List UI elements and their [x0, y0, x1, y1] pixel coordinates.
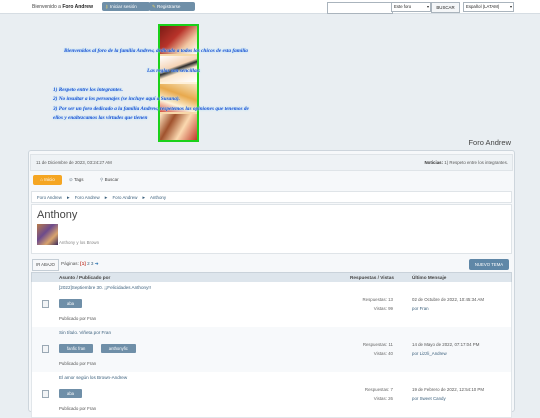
search-scope-value: Este foro [394, 4, 412, 9]
last-post-author[interactable]: por Fran [412, 304, 484, 313]
last-post-author[interactable]: por Lizzli_Andrew [412, 349, 479, 358]
chevron-right-icon: ► [103, 195, 109, 200]
news-text: 1) Respeto entre los integrantes. [444, 160, 508, 165]
last-post: 02 de Octubre de 2022, 10:45:34 AM por F… [412, 295, 484, 313]
tag-chip[interactable]: aba [59, 389, 82, 398]
col-replies[interactable]: Respuestas / Vistas [350, 275, 394, 280]
last-post-date[interactable]: 14 de Mayo de 2022, 07:17:04 PM [412, 340, 479, 349]
tag-chip[interactable]: fanfic fran [59, 344, 94, 353]
banner-rule-2: 2) No insultar a los personajes (se incl… [53, 96, 180, 102]
breadcrumb: Foro Andrew ► Foro Andrew ► Foro Andrew … [31, 191, 512, 203]
view-count: Vistas: 99 [373, 306, 393, 311]
page-title: Anthony [37, 209, 78, 221]
topic-icon [42, 345, 49, 353]
welcome-prefix: Bienvenido a [32, 4, 61, 10]
topic-subject[interactable]: [2022]Septiembre 30. ¡¡Felicidades Antho… [59, 285, 151, 290]
language-select[interactable]: Español (LATAM) ▾ [463, 2, 514, 12]
table-row: El amor según los Brown-Andrew aba Publi… [31, 372, 512, 418]
menu-home-label: Inicio [44, 177, 55, 182]
menu-home[interactable]: ⌂ Inicio [33, 175, 62, 185]
welcome-text: Bienvenido a Foro Andrew [32, 4, 93, 10]
breadcrumb-item[interactable]: Foro Andrew [75, 195, 100, 200]
next-page-icon[interactable]: ➜ [95, 261, 99, 266]
welcome-forum-name: Foro Andrew [62, 4, 93, 10]
go-down-button[interactable]: IR ABAJO [32, 259, 59, 271]
news-ticker: Noticias: 1) Respeto entre los integrant… [425, 160, 508, 165]
last-post-date[interactable]: 19 de Febrero de 2022, 12:54:10 PM [412, 385, 484, 394]
menu-search-label: Buscar [104, 177, 119, 182]
topic-starter: Publicado por Fran [59, 361, 97, 366]
search-icon: ⚲ [100, 177, 104, 182]
topic-tags: aba [59, 299, 88, 308]
new-topic-button[interactable]: NUEVO TEMA [469, 259, 509, 270]
banner-image [158, 24, 199, 142]
menu-tags[interactable]: ⊘ Tags [69, 175, 83, 185]
search-scope-select[interactable]: Este foro ▾ [391, 2, 431, 12]
banner-rule-1: 1) Respeto entre los integrantes. [53, 87, 123, 93]
reply-count: Respuestas: 11 [362, 342, 393, 347]
last-post-author[interactable]: por Sweet Candy [412, 394, 484, 403]
col-subject[interactable]: Asunto / Publicado por [59, 275, 110, 280]
breadcrumb-item[interactable]: Anthony [150, 195, 166, 200]
topic-stats: Respuestas: 11 Vistas: 40 [360, 340, 393, 358]
page-links: Páginas: [1] 2 3 ➜ [61, 261, 99, 267]
view-count: Vistas: 40 [373, 351, 393, 356]
news-label: Noticias: [424, 160, 444, 165]
home-icon: ⌂ [40, 177, 43, 182]
menu-tags-label: Tags [73, 177, 84, 182]
page-link-2[interactable]: 2 [87, 261, 90, 266]
last-post: 19 de Febrero de 2022, 12:54:10 PM por S… [412, 385, 484, 403]
current-date: 11 de Diciembre de 2023, 03:24:27 AM [36, 160, 112, 165]
last-post: 14 de Mayo de 2022, 07:17:04 PM por Lizz… [412, 340, 479, 358]
top-bar: Bienvenido a Foro Andrew ⚷ Iniciar sesión… [0, 0, 540, 14]
board-description: Anthony y los Brown [59, 240, 100, 245]
login-label: Iniciar sesión [110, 4, 137, 9]
login-button[interactable]: ⚷ Iniciar sesión [102, 2, 150, 11]
topic-stats: Respuestas: 7 Vistas: 26 [360, 385, 393, 403]
pages-label: Páginas: [61, 261, 79, 266]
col-last-post[interactable]: Último Mensaje [412, 275, 446, 280]
current-page: [1] [80, 261, 86, 266]
banner-rule-3-cont: ellos y enaltezcamos las virtudes que ti… [53, 115, 148, 121]
topic-tags: aba [59, 389, 88, 398]
board-image [37, 224, 58, 245]
view-count: Vistas: 26 [373, 396, 393, 401]
chevron-down-icon: ▾ [426, 4, 429, 9]
menu-search[interactable]: ⚲ Buscar [100, 175, 119, 185]
pagination-bar: IR ABAJO Páginas: [1] 2 3 ➜ NUEVO TEMA [31, 259, 510, 271]
register-label: Registrarse [157, 4, 181, 9]
banner-welcome: Bienvenidos al foro de la familia Andrew… [64, 48, 248, 54]
table-row: Sin título. Viñeta por Fran fanfic fran … [31, 327, 512, 373]
topic-icon [42, 390, 49, 398]
search-button[interactable]: BUSCAR [431, 2, 460, 13]
topic-starter: Publicado por Fran [59, 316, 97, 321]
topic-icon [42, 300, 49, 308]
tag-chip[interactable]: aba [59, 299, 82, 308]
register-button[interactable]: ✎Registrarse [149, 2, 195, 11]
page-link-3[interactable]: 3 [91, 261, 94, 266]
chevron-right-icon: ► [141, 195, 146, 200]
info-bar: 11 de Diciembre de 2023, 03:24:27 AM Not… [30, 154, 513, 171]
language-value: Español (LATAM) [466, 4, 500, 9]
topic-stats: Respuestas: 13 Vistas: 99 [360, 295, 393, 313]
last-post-date[interactable]: 02 de Octubre de 2022, 10:45:34 AM [412, 295, 484, 304]
forum-title: Foro Andrew [468, 138, 511, 147]
banner-rules-heading: Las reglas son sencillas: [147, 68, 201, 74]
tag-icon: ⊘ [69, 177, 73, 182]
topic-subject[interactable]: El amor según los Brown-Andrew [59, 375, 127, 380]
topic-tags: fanfic fran anthonyfic [59, 344, 142, 353]
topic-starter: Publicado por Fran [59, 406, 97, 411]
reply-count: Respuestas: 7 [364, 387, 393, 392]
board-header: Anthony Anthony y los Brown [31, 204, 512, 254]
breadcrumb-item[interactable]: Foro Andrew [112, 195, 137, 200]
topic-subject[interactable]: Sin título. Viñeta por Fran [59, 330, 111, 335]
search-input[interactable] [327, 2, 393, 14]
breadcrumb-item[interactable]: Foro Andrew [37, 195, 62, 200]
chevron-down-icon: ▾ [509, 4, 512, 9]
chevron-right-icon: ► [66, 195, 71, 200]
tag-chip[interactable]: anthonyfic [100, 344, 136, 353]
table-row: [2022]Septiembre 30. ¡¡Felicidades Antho… [31, 282, 512, 328]
reply-count: Respuestas: 13 [362, 297, 393, 302]
banner-rule-3: 3) Por ser un foro dedicado a la familia… [53, 106, 249, 112]
